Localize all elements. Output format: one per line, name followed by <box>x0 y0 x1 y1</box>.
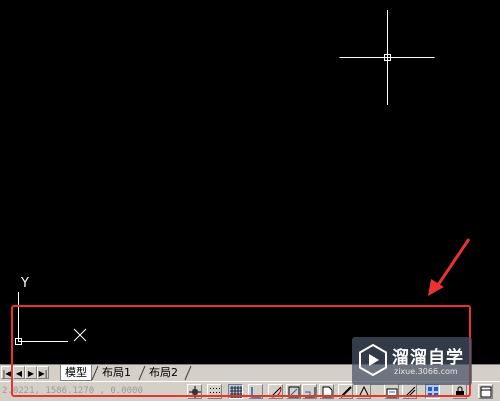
previous-tab-button[interactable]: ◀ <box>13 366 25 379</box>
next-tab-button[interactable]: ▶ <box>25 366 37 379</box>
ducs-icon[interactable] <box>302 384 317 399</box>
lineweight-icon[interactable] <box>338 384 353 399</box>
ucs-y-label: Y <box>20 276 29 291</box>
tab-separator <box>184 365 192 381</box>
snap-icon[interactable] <box>187 384 202 399</box>
coordinate-readout: 2.0221, 1586.1270 , 0.0000 <box>2 386 143 396</box>
ucs-icon <box>15 292 87 345</box>
clean-screen-icon[interactable] <box>478 384 493 399</box>
workspace-icon[interactable] <box>425 384 440 399</box>
dyn-icon[interactable] <box>319 384 334 399</box>
quickprops-icon[interactable] <box>356 384 371 399</box>
annotation-arrow <box>428 238 471 296</box>
otrack-icon[interactable] <box>286 384 301 399</box>
annotation-icon[interactable] <box>402 384 417 399</box>
tab-model[interactable]: 模型 <box>60 365 92 381</box>
watermark-name: 溜溜自学 <box>392 348 464 368</box>
ortho-icon[interactable] <box>228 384 243 399</box>
last-tab-button[interactable]: ▶| <box>37 366 49 379</box>
lock-icon[interactable] <box>452 384 467 399</box>
model-icon[interactable] <box>384 384 399 399</box>
play-logo-icon <box>359 343 387 377</box>
tab-layout1[interactable]: 布局1 <box>98 365 135 381</box>
watermark: 溜溜自学 zixue.3066.com <box>352 337 472 385</box>
grid-icon[interactable] <box>207 384 222 399</box>
first-tab-button[interactable]: |◀ <box>1 366 13 379</box>
tab-layout2[interactable]: 布局2 <box>145 365 182 381</box>
watermark-url: zixue.3066.com <box>394 367 458 376</box>
osnap-icon[interactable] <box>268 384 283 399</box>
polar-icon[interactable] <box>248 384 263 399</box>
crosshair-cursor <box>339 10 435 105</box>
